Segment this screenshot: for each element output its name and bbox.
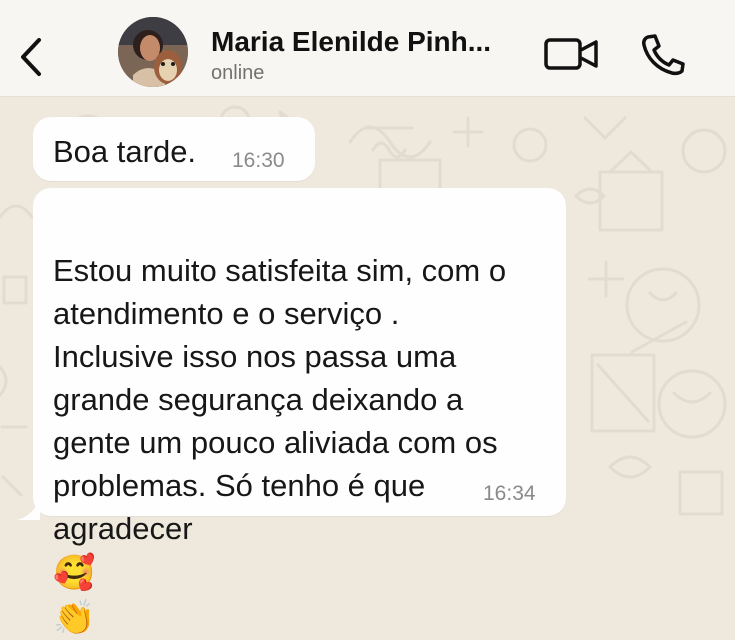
chat-header: Maria Elenilde Pinh... online xyxy=(0,0,735,97)
clapping-hands-emoji: 👏 xyxy=(53,599,96,637)
message-time: 16:30 xyxy=(232,149,285,172)
smiling-face-with-hearts-emoji: 🥰 xyxy=(53,554,96,592)
contact-status: online xyxy=(211,62,265,84)
contact-avatar[interactable] xyxy=(118,17,188,87)
back-button[interactable] xyxy=(14,34,48,80)
video-call-button[interactable] xyxy=(543,35,601,73)
video-camera-icon xyxy=(544,38,598,70)
message-time: 16:34 xyxy=(483,482,536,505)
avatar-photo xyxy=(118,17,188,87)
message-text: Boa tarde. xyxy=(53,134,197,169)
voice-call-button[interactable] xyxy=(638,33,686,76)
message-text: Estou muito satisfeita sim, com o atendi… xyxy=(53,206,549,640)
message-body-text: Estou muito satisfeita sim, com o atendi… xyxy=(53,253,507,546)
contact-name[interactable]: Maria Elenilde Pinh... xyxy=(211,26,531,58)
phone-icon xyxy=(642,34,685,76)
chevron-left-icon xyxy=(21,38,41,76)
message-bubble[interactable]: Estou muito satisfeita sim, com o atendi… xyxy=(33,188,566,637)
message-tail-icon xyxy=(16,500,40,520)
message-bubble[interactable]: Boa tarde. 16:30 xyxy=(33,117,315,181)
